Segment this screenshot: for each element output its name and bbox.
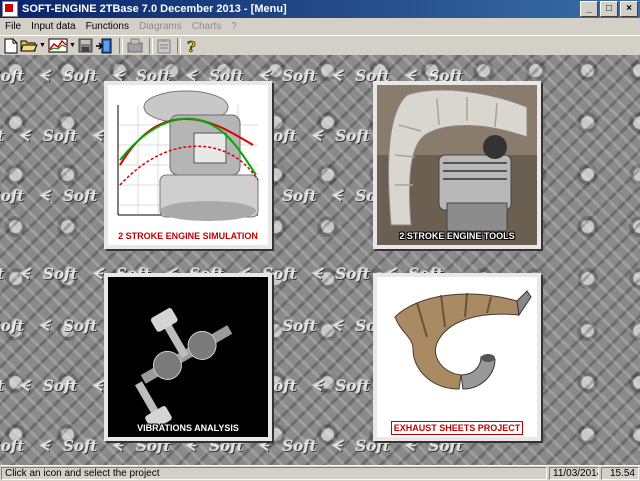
menu-input-data[interactable]: Input data	[26, 21, 80, 32]
tile-label-vibrations: VIBRATIONS ANALYSIS	[137, 423, 239, 433]
desktop-background: SoftᗕSoftᗕSoftᗕSoftᗕSoftᗕSoftᗕSoft Softᗕ…	[0, 55, 640, 465]
window-title: SOFT-ENGINE 2TBase 7.0 December 2013 - […	[22, 3, 287, 15]
toolbar-separator	[148, 37, 153, 54]
tile-label-simulation: 2 STROKE ENGINE SIMULATION	[118, 231, 258, 241]
toolbar-separator	[118, 37, 123, 54]
app-icon[interactable]	[2, 1, 18, 17]
engine-tools-image	[377, 85, 537, 245]
help-icon[interactable]: ?	[185, 37, 199, 54]
status-date: 11/03/2014	[549, 467, 599, 480]
toolbar-separator	[176, 37, 181, 54]
status-time: 15.54	[601, 467, 639, 480]
tile-label-tools: 2 STROKE ENGINE TOOLS	[399, 231, 515, 241]
status-message: Click an icon and select the project	[1, 467, 547, 480]
menu-functions[interactable]: Functions	[81, 21, 134, 32]
minimize-button[interactable]: _	[580, 1, 598, 17]
engine-simulation-image	[108, 85, 268, 245]
vibrations-analysis-image	[108, 277, 268, 437]
tile-vibrations-analysis[interactable]: VIBRATIONS ANALYSIS	[104, 273, 272, 441]
tile-engine-tools[interactable]: 2 STROKE ENGINE TOOLS	[373, 81, 541, 249]
menu-file[interactable]: File	[0, 21, 26, 32]
menu-help[interactable]: ?	[226, 21, 242, 32]
tile-exhaust-sheets[interactable]: EXHAUST SHEETS PROJECT	[373, 273, 541, 441]
exhaust-sheets-image	[377, 277, 537, 437]
tile-engine-simulation[interactable]: 2 STROKE ENGINE SIMULATION	[104, 81, 272, 249]
menu-bar: File Input data Functions Diagrams Chart…	[0, 18, 640, 35]
svg-text:?: ?	[187, 38, 196, 54]
exit-door-icon[interactable]	[95, 37, 113, 54]
chart-icon[interactable]: ▼	[48, 37, 76, 54]
clipboard-icon[interactable]	[157, 37, 171, 54]
new-file-icon[interactable]	[4, 37, 18, 54]
menu-diagrams[interactable]: Diagrams	[134, 21, 187, 32]
tile-label-exhaust: EXHAUST SHEETS PROJECT	[391, 421, 523, 435]
status-bar: Click an icon and select the project 11/…	[0, 465, 640, 481]
close-button[interactable]: ×	[620, 1, 638, 17]
toolbar: ▼ ▼ ?	[0, 35, 640, 56]
open-folder-icon[interactable]: ▼	[20, 37, 46, 54]
title-bar: SOFT-ENGINE 2TBase 7.0 December 2013 - […	[0, 0, 640, 18]
print-icon[interactable]	[127, 37, 143, 54]
menu-charts[interactable]: Charts	[187, 21, 226, 32]
save-disk-icon[interactable]	[78, 37, 93, 54]
maximize-button[interactable]: □	[600, 1, 618, 17]
